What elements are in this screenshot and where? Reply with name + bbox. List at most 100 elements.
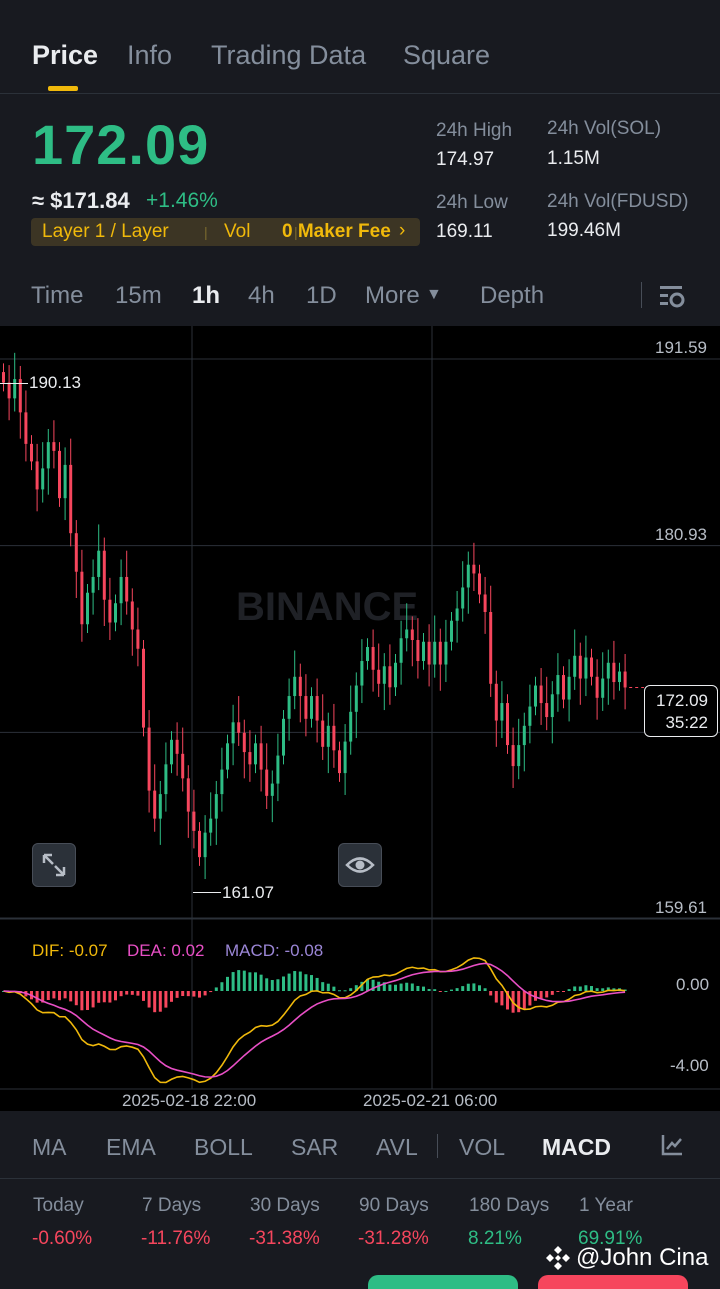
candle xyxy=(366,647,369,662)
candle xyxy=(511,745,515,767)
candle xyxy=(18,379,22,413)
indicator-sar[interactable]: SAR xyxy=(291,1134,338,1161)
macd-bar xyxy=(198,991,201,998)
interval-time[interactable]: Time xyxy=(31,282,83,310)
candle xyxy=(108,599,112,623)
candle xyxy=(254,743,257,765)
candlestick-chart[interactable]: BINANCE xyxy=(0,326,720,1111)
chart-area[interactable]: BINANCE xyxy=(0,326,720,1111)
candle xyxy=(315,696,319,721)
macd-bar xyxy=(46,991,50,1001)
tag-bar[interactable]: Layer 1 / Layer | Vol | 0 Maker Fee › xyxy=(31,218,420,246)
candle xyxy=(220,769,224,795)
candle xyxy=(506,703,509,746)
buy-button[interactable] xyxy=(368,1275,518,1289)
macd-bar xyxy=(147,991,151,1008)
candle xyxy=(259,743,263,770)
caret-down-icon[interactable]: ▼ xyxy=(426,286,442,304)
macd-bar xyxy=(567,989,571,991)
tab-info[interactable]: Info xyxy=(127,40,172,71)
candle xyxy=(214,794,218,819)
interval-4h[interactable]: 4h xyxy=(248,282,275,310)
candle xyxy=(30,443,33,462)
candle xyxy=(102,550,106,600)
candle xyxy=(371,647,375,670)
candle xyxy=(130,601,134,630)
maker-fee-tag[interactable]: 0 Maker Fee xyxy=(282,221,391,243)
indicator-settings-icon[interactable] xyxy=(660,1133,684,1157)
indicator-ema[interactable]: EMA xyxy=(106,1134,156,1161)
macd-bar xyxy=(466,983,470,991)
period-30d-value: -31.38% xyxy=(249,1228,320,1249)
tab-square[interactable]: Square xyxy=(403,40,490,71)
sell-button[interactable] xyxy=(538,1275,688,1289)
macd-bar xyxy=(590,986,593,991)
candle xyxy=(606,662,610,679)
macd-bar xyxy=(310,975,313,991)
indicator-macd[interactable]: MACD xyxy=(542,1134,611,1161)
candle xyxy=(562,675,565,700)
time-axis-tick: 2025-02-21 06:00 xyxy=(363,1091,498,1110)
indicator-vol[interactable]: VOL xyxy=(459,1134,505,1161)
macd-bar xyxy=(338,990,341,992)
visibility-button[interactable] xyxy=(338,843,382,887)
candle xyxy=(534,685,537,707)
macd-bar xyxy=(489,991,493,996)
candle xyxy=(360,661,364,686)
candle xyxy=(192,811,196,831)
divider xyxy=(437,1134,438,1158)
binance-logo-icon xyxy=(546,1246,570,1270)
low-marker: 161.07 xyxy=(222,883,274,902)
macd-bar xyxy=(108,991,112,1003)
macd-bar xyxy=(450,989,453,991)
candle xyxy=(612,662,616,683)
macd-bar xyxy=(304,974,308,991)
price-axis-tick: 191.59 xyxy=(655,338,707,357)
macd-bar xyxy=(276,979,280,991)
macd-bar xyxy=(444,990,448,992)
interval-more[interactable]: More xyxy=(365,282,420,310)
candle xyxy=(405,629,409,639)
interval-15m[interactable]: 15m xyxy=(115,282,162,310)
price-axis-tick: 180.93 xyxy=(655,525,707,544)
candle xyxy=(618,671,621,683)
candle xyxy=(461,587,465,609)
interval-1h[interactable]: 1h xyxy=(192,282,220,310)
candle xyxy=(80,571,84,625)
indicator-boll[interactable]: BOLL xyxy=(194,1134,253,1161)
high-24h-label: 24h High xyxy=(436,120,513,141)
candle xyxy=(550,694,554,718)
indicator-avl[interactable]: AVL xyxy=(376,1134,418,1161)
macd-bar xyxy=(209,991,213,993)
interval-1d[interactable]: 1D xyxy=(306,282,337,310)
tab-trading-data[interactable]: Trading Data xyxy=(211,40,366,71)
macd-bar xyxy=(63,991,67,999)
candle xyxy=(293,676,297,697)
macd-bar xyxy=(86,991,89,1010)
macd-bar xyxy=(315,977,319,991)
candle xyxy=(114,603,117,623)
macd-histogram-label: MACD: -0.08 xyxy=(225,941,324,960)
candle xyxy=(248,752,252,765)
macd-bar xyxy=(237,970,241,991)
vol-tag[interactable]: Vol xyxy=(224,221,250,243)
macd-axis-tick: -4.00 xyxy=(670,1056,709,1075)
category-tag[interactable]: Layer 1 / Layer xyxy=(42,221,169,243)
macd-bar xyxy=(438,991,442,992)
chart-settings-icon[interactable] xyxy=(658,283,686,309)
candle xyxy=(125,576,129,602)
macd-bar xyxy=(416,985,420,991)
candle xyxy=(478,573,481,595)
tab-price[interactable]: Price xyxy=(32,40,98,71)
candle xyxy=(382,666,386,684)
candle xyxy=(63,464,67,499)
fullscreen-button[interactable] xyxy=(32,843,76,887)
macd-bar xyxy=(349,988,353,991)
macd-bar xyxy=(91,991,95,1008)
macd-bar xyxy=(265,978,269,991)
indicator-ma[interactable]: MA xyxy=(32,1134,67,1161)
macd-bar xyxy=(158,991,162,1012)
macd-bar xyxy=(254,972,257,991)
tab-depth[interactable]: Depth xyxy=(480,282,544,310)
candle xyxy=(349,711,353,742)
